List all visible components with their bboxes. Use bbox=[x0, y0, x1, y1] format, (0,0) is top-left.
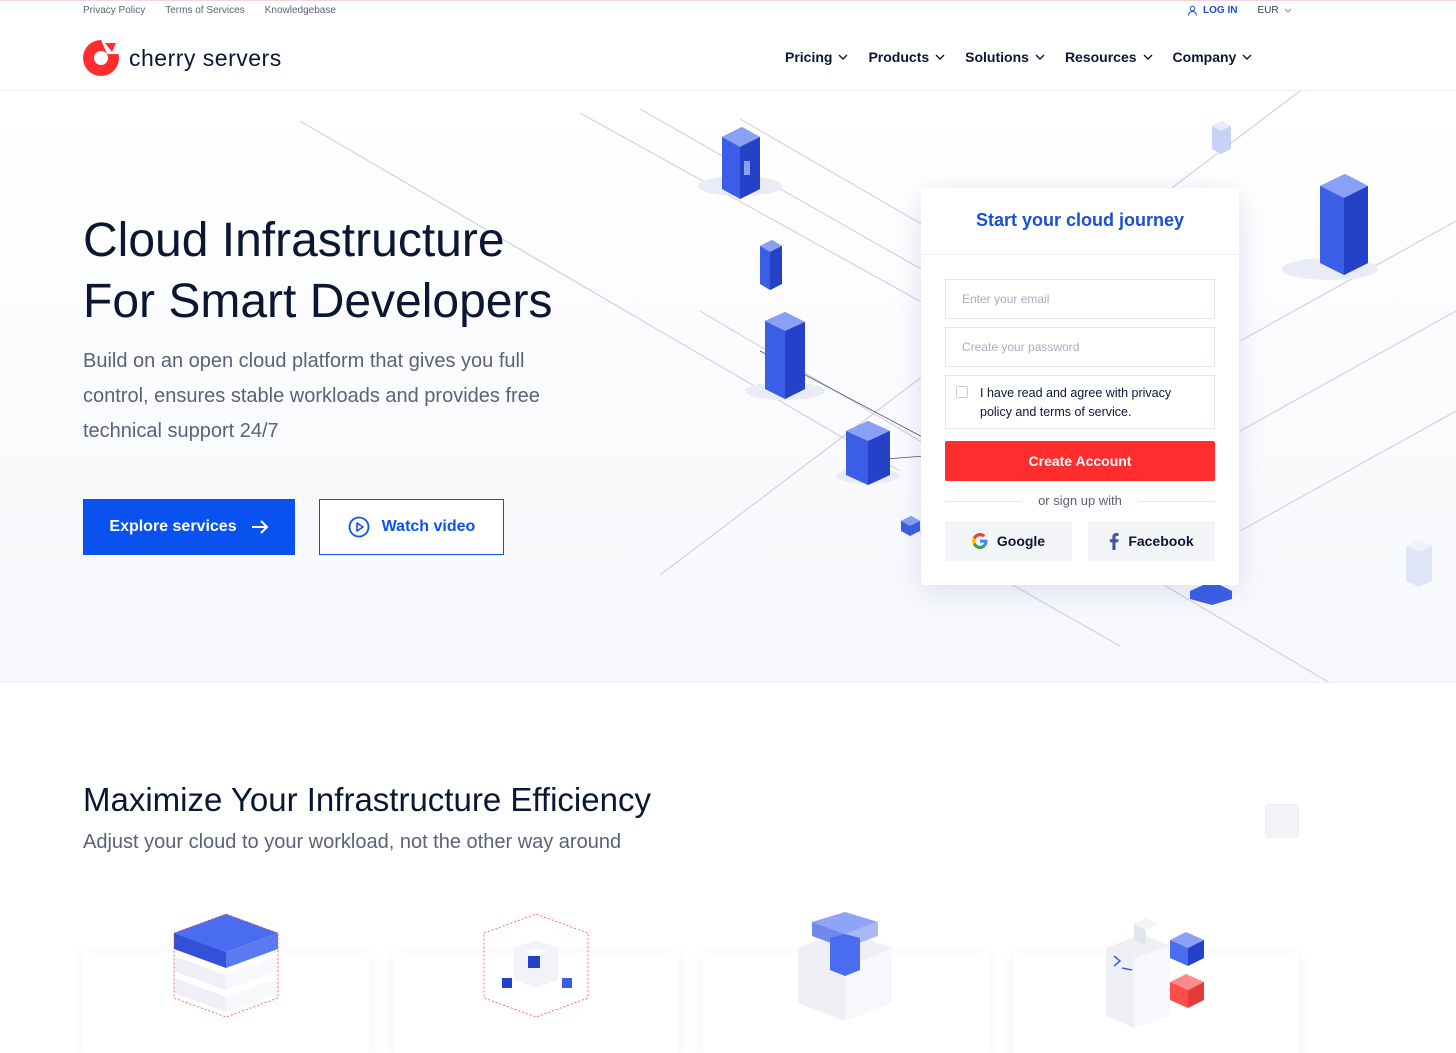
or-sign-up-with: or sign up with bbox=[945, 493, 1215, 508]
hero-subtitle: Build on an open cloud platform that giv… bbox=[83, 350, 540, 442]
section-subtitle: Adjust your cloud to your workload, not … bbox=[83, 831, 622, 853]
stacked-layers-icon bbox=[173, 913, 279, 1018]
watch-label: Watch video bbox=[381, 518, 476, 535]
nav-label: Resources bbox=[1064, 49, 1137, 65]
facebook-signup-button[interactable]: Facebook bbox=[1088, 521, 1215, 561]
terminal-blocks-icon bbox=[1106, 918, 1204, 1028]
login-link[interactable]: LOG IN bbox=[1187, 5, 1237, 16]
email-field[interactable] bbox=[945, 279, 1215, 319]
google-signup-button[interactable]: Google bbox=[945, 521, 1072, 561]
explore-services-button[interactable]: Explore services bbox=[83, 499, 295, 555]
create-account-button[interactable]: Create Account bbox=[945, 441, 1215, 481]
password-field[interactable] bbox=[945, 327, 1215, 367]
terms-of-services-link[interactable]: Terms of Services bbox=[165, 5, 244, 16]
main-nav: Pricing Products Solutions Resources Com… bbox=[785, 49, 1252, 65]
login-label: LOG IN bbox=[1203, 5, 1238, 16]
utility-links: Privacy Policy Terms of Services Knowled… bbox=[83, 5, 336, 16]
agree-checkbox[interactable] bbox=[956, 386, 968, 398]
brand-logo[interactable]: cherry servers bbox=[83, 40, 282, 76]
explore-label: Explore services bbox=[109, 518, 237, 535]
chevron-down-icon bbox=[1242, 54, 1252, 60]
cherry-logo-icon bbox=[83, 40, 119, 76]
user-icon bbox=[1188, 5, 1197, 16]
chevron-down-icon bbox=[1284, 8, 1291, 13]
currency-value: EUR bbox=[1257, 5, 1279, 16]
terms-agreement[interactable]: I have read and agree with privacy polic… bbox=[945, 375, 1215, 429]
server-building-shape bbox=[698, 127, 782, 199]
nav-resources[interactable]: Resources bbox=[1065, 49, 1153, 65]
watch-video-button[interactable]: Watch video bbox=[319, 499, 504, 555]
cube-grid-icon bbox=[483, 913, 589, 1018]
nav-products[interactable]: Products bbox=[868, 49, 945, 65]
nav-pricing[interactable]: Pricing bbox=[785, 49, 848, 65]
carousel-control[interactable] bbox=[1265, 804, 1299, 838]
arrow-right-icon bbox=[251, 520, 269, 534]
currency-selector[interactable]: EUR bbox=[1257, 5, 1291, 16]
hero-title-line1: Cloud Infrastructure bbox=[83, 214, 505, 267]
brand-name: cherry servers bbox=[129, 44, 282, 71]
nav-label: Products bbox=[868, 49, 930, 65]
hero-title-line2: For Smart Developers bbox=[83, 275, 553, 328]
t-block-icon bbox=[798, 912, 892, 1021]
chevron-down-icon bbox=[838, 54, 848, 60]
top-utility-bar: Privacy Policy Terms of Services Knowled… bbox=[0, 0, 1456, 22]
main-header: cherry servers Pricing Products Solution… bbox=[0, 22, 1456, 91]
hero-section: Cloud Infrastructure For Smart Developer… bbox=[0, 91, 1456, 683]
chevron-down-icon bbox=[1035, 54, 1045, 60]
signup-title: Start your cloud journey bbox=[975, 210, 1185, 230]
agree-text: I have read and agree with privacy polic… bbox=[980, 386, 1172, 419]
nav-company[interactable]: Company bbox=[1173, 49, 1253, 65]
google-label: Google bbox=[996, 533, 1046, 549]
divider bbox=[921, 254, 1239, 255]
section-title: Maximize Your Infrastructure Efficiency bbox=[83, 781, 651, 818]
google-icon bbox=[971, 533, 988, 549]
utility-right: LOG IN EUR bbox=[1187, 5, 1292, 16]
nav-label: Solutions bbox=[965, 49, 1029, 65]
hero-title: Cloud Infrastructure For Smart Developer… bbox=[83, 210, 552, 332]
play-circle-icon bbox=[348, 516, 370, 538]
nav-solutions[interactable]: Solutions bbox=[965, 49, 1045, 65]
chevron-down-icon bbox=[1143, 54, 1153, 60]
facebook-icon bbox=[1110, 532, 1119, 550]
signup-card: Start your cloud journey I have read and… bbox=[921, 188, 1239, 585]
facebook-label: Facebook bbox=[1128, 533, 1194, 549]
knowledgebase-link[interactable]: Knowledgebase bbox=[265, 5, 336, 16]
nav-label: Company bbox=[1172, 49, 1237, 65]
chevron-down-icon bbox=[935, 54, 945, 60]
nav-label: Pricing bbox=[785, 49, 833, 65]
privacy-policy-link[interactable]: Privacy Policy bbox=[83, 5, 145, 16]
